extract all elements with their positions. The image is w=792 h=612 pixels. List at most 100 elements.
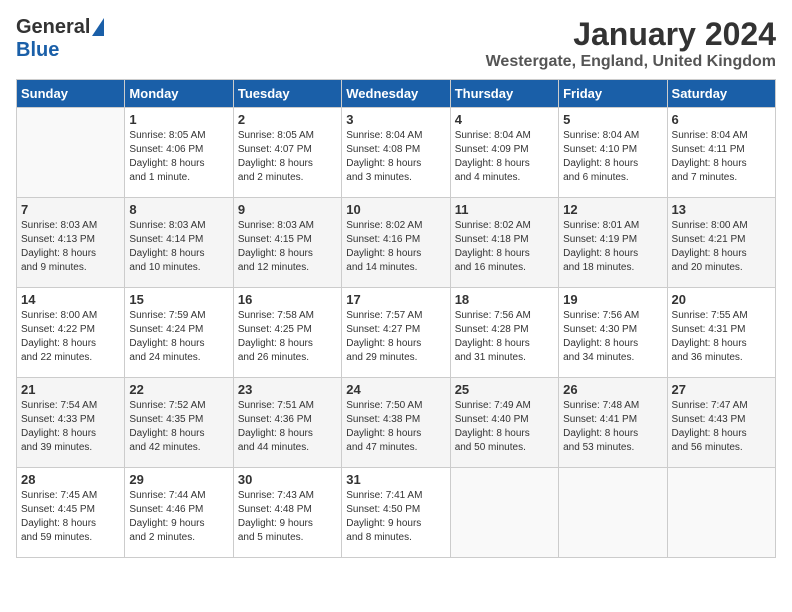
day-number: 26 [563,382,662,397]
calendar-cell: 6Sunrise: 8:04 AM Sunset: 4:11 PM Daylig… [667,108,775,198]
day-info: Sunrise: 8:00 AM Sunset: 4:21 PM Dayligh… [672,219,771,275]
day-info: Sunrise: 8:04 AM Sunset: 4:08 PM Dayligh… [346,129,445,185]
weekday-header: Tuesday [233,80,341,108]
calendar-cell: 28 Sunrise: 7:45 AM Sunset: 4:45 PM Dayli… [17,468,125,558]
calendar-header-row: SundayMondayTuesdayWednesdayThursdayFrid… [17,80,776,108]
calendar-cell [559,468,667,558]
calendar-cell: 2 Sunrise: 8:05 AM Sunset: 4:07 PM Daylig… [233,108,341,198]
day-number: 5 [563,112,662,127]
day-number: 18 [455,292,554,307]
calendar-cell: 29 Sunrise: 7:44 AM Sunset: 4:46 PM Dayli… [125,468,233,558]
calendar-week-row: 28 Sunrise: 7:45 AM Sunset: 4:45 PM Dayli… [17,468,776,558]
calendar-cell: 19 Sunrise: 7:56 AM Sunset: 4:30 PM Dayli… [559,288,667,378]
calendar-cell: 13 Sunrise: 8:00 AM Sunset: 4:21 PM Dayli… [667,198,775,288]
day-info: Sunrise: 8:03 AM Sunset: 4:15 PM Dayligh… [238,219,337,275]
day-number: 3 [346,112,445,127]
day-info: Sunrise: 7:51 AM Sunset: 4:36 PM Dayligh… [238,399,337,455]
day-info: Sunrise: 7:58 AM Sunset: 4:25 PM Dayligh… [238,309,337,365]
calendar-cell: 23 Sunrise: 7:51 AM Sunset: 4:36 PM Dayli… [233,378,341,468]
weekday-header: Saturday [667,80,775,108]
day-number: 30 [238,472,337,487]
day-number: 10 [346,202,445,217]
day-info: Sunrise: 7:57 AM Sunset: 4:27 PM Dayligh… [346,309,445,365]
weekday-header: Monday [125,80,233,108]
day-number: 27 [672,382,771,397]
day-info: Sunrise: 8:04 AM Sunset: 4:09 PM Dayligh… [455,129,554,185]
logo-arrow-icon [92,18,104,36]
calendar-cell: 16 Sunrise: 7:58 AM Sunset: 4:25 PM Dayli… [233,288,341,378]
calendar-week-row: 21Sunrise: 7:54 AM Sunset: 4:33 PM Dayli… [17,378,776,468]
day-info: Sunrise: 8:05 AM Sunset: 4:06 PM Dayligh… [129,129,228,185]
calendar-cell: 15 Sunrise: 7:59 AM Sunset: 4:24 PM Dayli… [125,288,233,378]
day-info: Sunrise: 7:48 AM Sunset: 4:41 PM Dayligh… [563,399,662,455]
day-number: 29 [129,472,228,487]
calendar-cell: 9 Sunrise: 8:03 AM Sunset: 4:15 PM Daylig… [233,198,341,288]
calendar-cell: 18 Sunrise: 7:56 AM Sunset: 4:28 PM Dayli… [450,288,558,378]
calendar-cell: 1 Sunrise: 8:05 AM Sunset: 4:06 PM Daylig… [125,108,233,198]
day-info: Sunrise: 7:47 AM Sunset: 4:43 PM Dayligh… [672,399,771,455]
day-info: Sunrise: 7:49 AM Sunset: 4:40 PM Dayligh… [455,399,554,455]
day-number: 4 [455,112,554,127]
day-number: 20 [672,292,771,307]
day-number: 1 [129,112,228,127]
calendar-cell: 24 Sunrise: 7:50 AM Sunset: 4:38 PM Dayli… [342,378,450,468]
title-area: January 2024 Westergate, England, United… [486,16,776,71]
calendar-cell: 4 Sunrise: 8:04 AM Sunset: 4:09 PM Daylig… [450,108,558,198]
day-info: Sunrise: 7:56 AM Sunset: 4:28 PM Dayligh… [455,309,554,365]
day-info: Sunrise: 7:59 AM Sunset: 4:24 PM Dayligh… [129,309,228,365]
calendar-body: 1 Sunrise: 8:05 AM Sunset: 4:06 PM Daylig… [17,108,776,558]
calendar-cell: 8Sunrise: 8:03 AM Sunset: 4:14 PM Daylig… [125,198,233,288]
calendar-cell: 31 Sunrise: 7:41 AM Sunset: 4:50 PM Dayli… [342,468,450,558]
calendar-cell: 22 Sunrise: 7:52 AM Sunset: 4:35 PM Dayli… [125,378,233,468]
calendar-cell: 14Sunrise: 8:00 AM Sunset: 4:22 PM Dayli… [17,288,125,378]
day-info: Sunrise: 7:45 AM Sunset: 4:45 PM Dayligh… [21,489,120,545]
day-info: Sunrise: 8:02 AM Sunset: 4:18 PM Dayligh… [455,219,554,275]
logo: General Blue [16,16,104,62]
day-info: Sunrise: 7:56 AM Sunset: 4:30 PM Dayligh… [563,309,662,365]
day-info: Sunrise: 7:50 AM Sunset: 4:38 PM Dayligh… [346,399,445,455]
calendar-cell [667,468,775,558]
day-number: 13 [672,202,771,217]
weekday-header: Wednesday [342,80,450,108]
day-info: Sunrise: 8:05 AM Sunset: 4:07 PM Dayligh… [238,129,337,185]
calendar-week-row: 7Sunrise: 8:03 AM Sunset: 4:13 PM Daylig… [17,198,776,288]
day-number: 19 [563,292,662,307]
calendar-cell [17,108,125,198]
day-number: 31 [346,472,445,487]
day-number: 7 [21,202,120,217]
day-info: Sunrise: 7:41 AM Sunset: 4:50 PM Dayligh… [346,489,445,545]
day-number: 6 [672,112,771,127]
calendar-cell: 10Sunrise: 8:02 AM Sunset: 4:16 PM Dayli… [342,198,450,288]
logo-blue-text: Blue [16,39,59,62]
calendar-cell: 5 Sunrise: 8:04 AM Sunset: 4:10 PM Daylig… [559,108,667,198]
day-number: 24 [346,382,445,397]
month-title: January 2024 [486,16,776,53]
weekday-header: Friday [559,80,667,108]
day-number: 21 [21,382,120,397]
calendar-table: SundayMondayTuesdayWednesdayThursdayFrid… [16,79,776,558]
weekday-header: Thursday [450,80,558,108]
day-info: Sunrise: 8:03 AM Sunset: 4:14 PM Dayligh… [129,219,228,275]
page-header: General Blue January 2024 Westergate, En… [16,16,776,71]
day-number: 14 [21,292,120,307]
day-info: Sunrise: 8:04 AM Sunset: 4:10 PM Dayligh… [563,129,662,185]
day-number: 25 [455,382,554,397]
calendar-week-row: 1 Sunrise: 8:05 AM Sunset: 4:06 PM Daylig… [17,108,776,198]
day-info: Sunrise: 7:44 AM Sunset: 4:46 PM Dayligh… [129,489,228,545]
calendar-cell: 21Sunrise: 7:54 AM Sunset: 4:33 PM Dayli… [17,378,125,468]
weekday-header: Sunday [17,80,125,108]
day-number: 15 [129,292,228,307]
day-number: 23 [238,382,337,397]
calendar-week-row: 14Sunrise: 8:00 AM Sunset: 4:22 PM Dayli… [17,288,776,378]
calendar-cell: 25 Sunrise: 7:49 AM Sunset: 4:40 PM Dayli… [450,378,558,468]
calendar-cell [450,468,558,558]
day-number: 9 [238,202,337,217]
day-number: 16 [238,292,337,307]
day-number: 22 [129,382,228,397]
day-info: Sunrise: 7:52 AM Sunset: 4:35 PM Dayligh… [129,399,228,455]
calendar-cell: 3 Sunrise: 8:04 AM Sunset: 4:08 PM Daylig… [342,108,450,198]
calendar-cell: 30Sunrise: 7:43 AM Sunset: 4:48 PM Dayli… [233,468,341,558]
calendar-cell: 26 Sunrise: 7:48 AM Sunset: 4:41 PM Dayli… [559,378,667,468]
day-number: 2 [238,112,337,127]
day-number: 28 [21,472,120,487]
